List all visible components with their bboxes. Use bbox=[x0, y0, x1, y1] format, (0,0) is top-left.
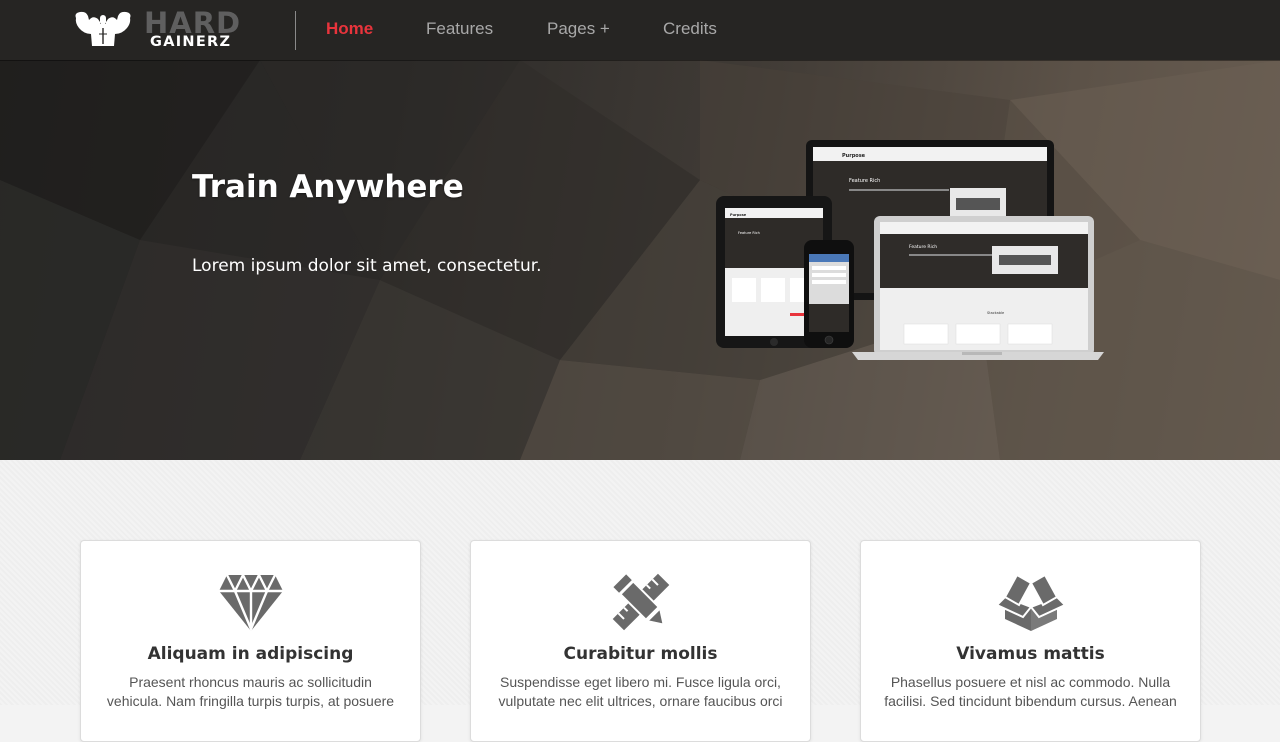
hero-title: Train Anywhere bbox=[192, 168, 464, 205]
feature-text-2: Suspendisse eget libero mi. Fusce ligula… bbox=[498, 674, 783, 709]
hero-banner: Train Anywhere Lorem ipsum dolor sit ame… bbox=[0, 60, 1280, 460]
nav-item-features[interactable]: Features bbox=[426, 19, 493, 39]
feature-text-3: Phasellus posuere et nisl ac commodo. Nu… bbox=[884, 674, 1177, 709]
brand-line2: GAINERZ bbox=[150, 34, 232, 50]
svg-text:Feature Rich: Feature Rich bbox=[909, 244, 937, 250]
pencil-ruler-icon bbox=[612, 573, 669, 631]
svg-text:Purpose: Purpose bbox=[842, 153, 866, 159]
diamond-icon bbox=[218, 572, 283, 633]
svg-text:Stackable: Stackable bbox=[987, 311, 1004, 315]
feature-text-1: Praesent rhoncus mauris ac sollicitudin … bbox=[106, 674, 395, 709]
feature-title-2: Curabitur mollis bbox=[563, 644, 718, 664]
nav-divider bbox=[295, 11, 296, 50]
svg-text:Purpose: Purpose bbox=[730, 213, 747, 217]
svg-text:Feature Rich: Feature Rich bbox=[849, 178, 880, 184]
nav-item-home[interactable]: Home bbox=[326, 19, 373, 39]
open-box-icon bbox=[996, 573, 1065, 631]
nav-item-pages[interactable]: Pages + bbox=[547, 19, 610, 39]
brand-logo[interactable]: HARD GAINERZ bbox=[74, 7, 274, 52]
feature-card-3: Vivamus mattis Phasellus posuere et nisl… bbox=[860, 540, 1201, 742]
responsive-devices-image: Purpose Feature Rich Feature Rich Stacka… bbox=[716, 140, 1104, 360]
feature-title-3: Vivamus mattis bbox=[956, 644, 1105, 664]
navbar: HARD GAINERZ Home Features Pages + Credi… bbox=[0, 0, 1280, 60]
nav-item-credits[interactable]: Credits bbox=[663, 19, 717, 39]
hero-subtitle: Lorem ipsum dolor sit amet, consectetur. bbox=[192, 256, 542, 276]
feature-title-1: Aliquam in adipiscing bbox=[147, 644, 354, 664]
feature-card-1: Aliquam in adipiscing Praesent rhoncus m… bbox=[80, 540, 421, 742]
feature-card-2: Curabitur mollis Suspendisse eget libero… bbox=[470, 540, 811, 742]
flexing-arms-icon bbox=[75, 11, 131, 47]
features-section: Aliquam in adipiscing Praesent rhoncus m… bbox=[0, 460, 1280, 742]
svg-text:Feature Rich: Feature Rich bbox=[738, 231, 760, 235]
